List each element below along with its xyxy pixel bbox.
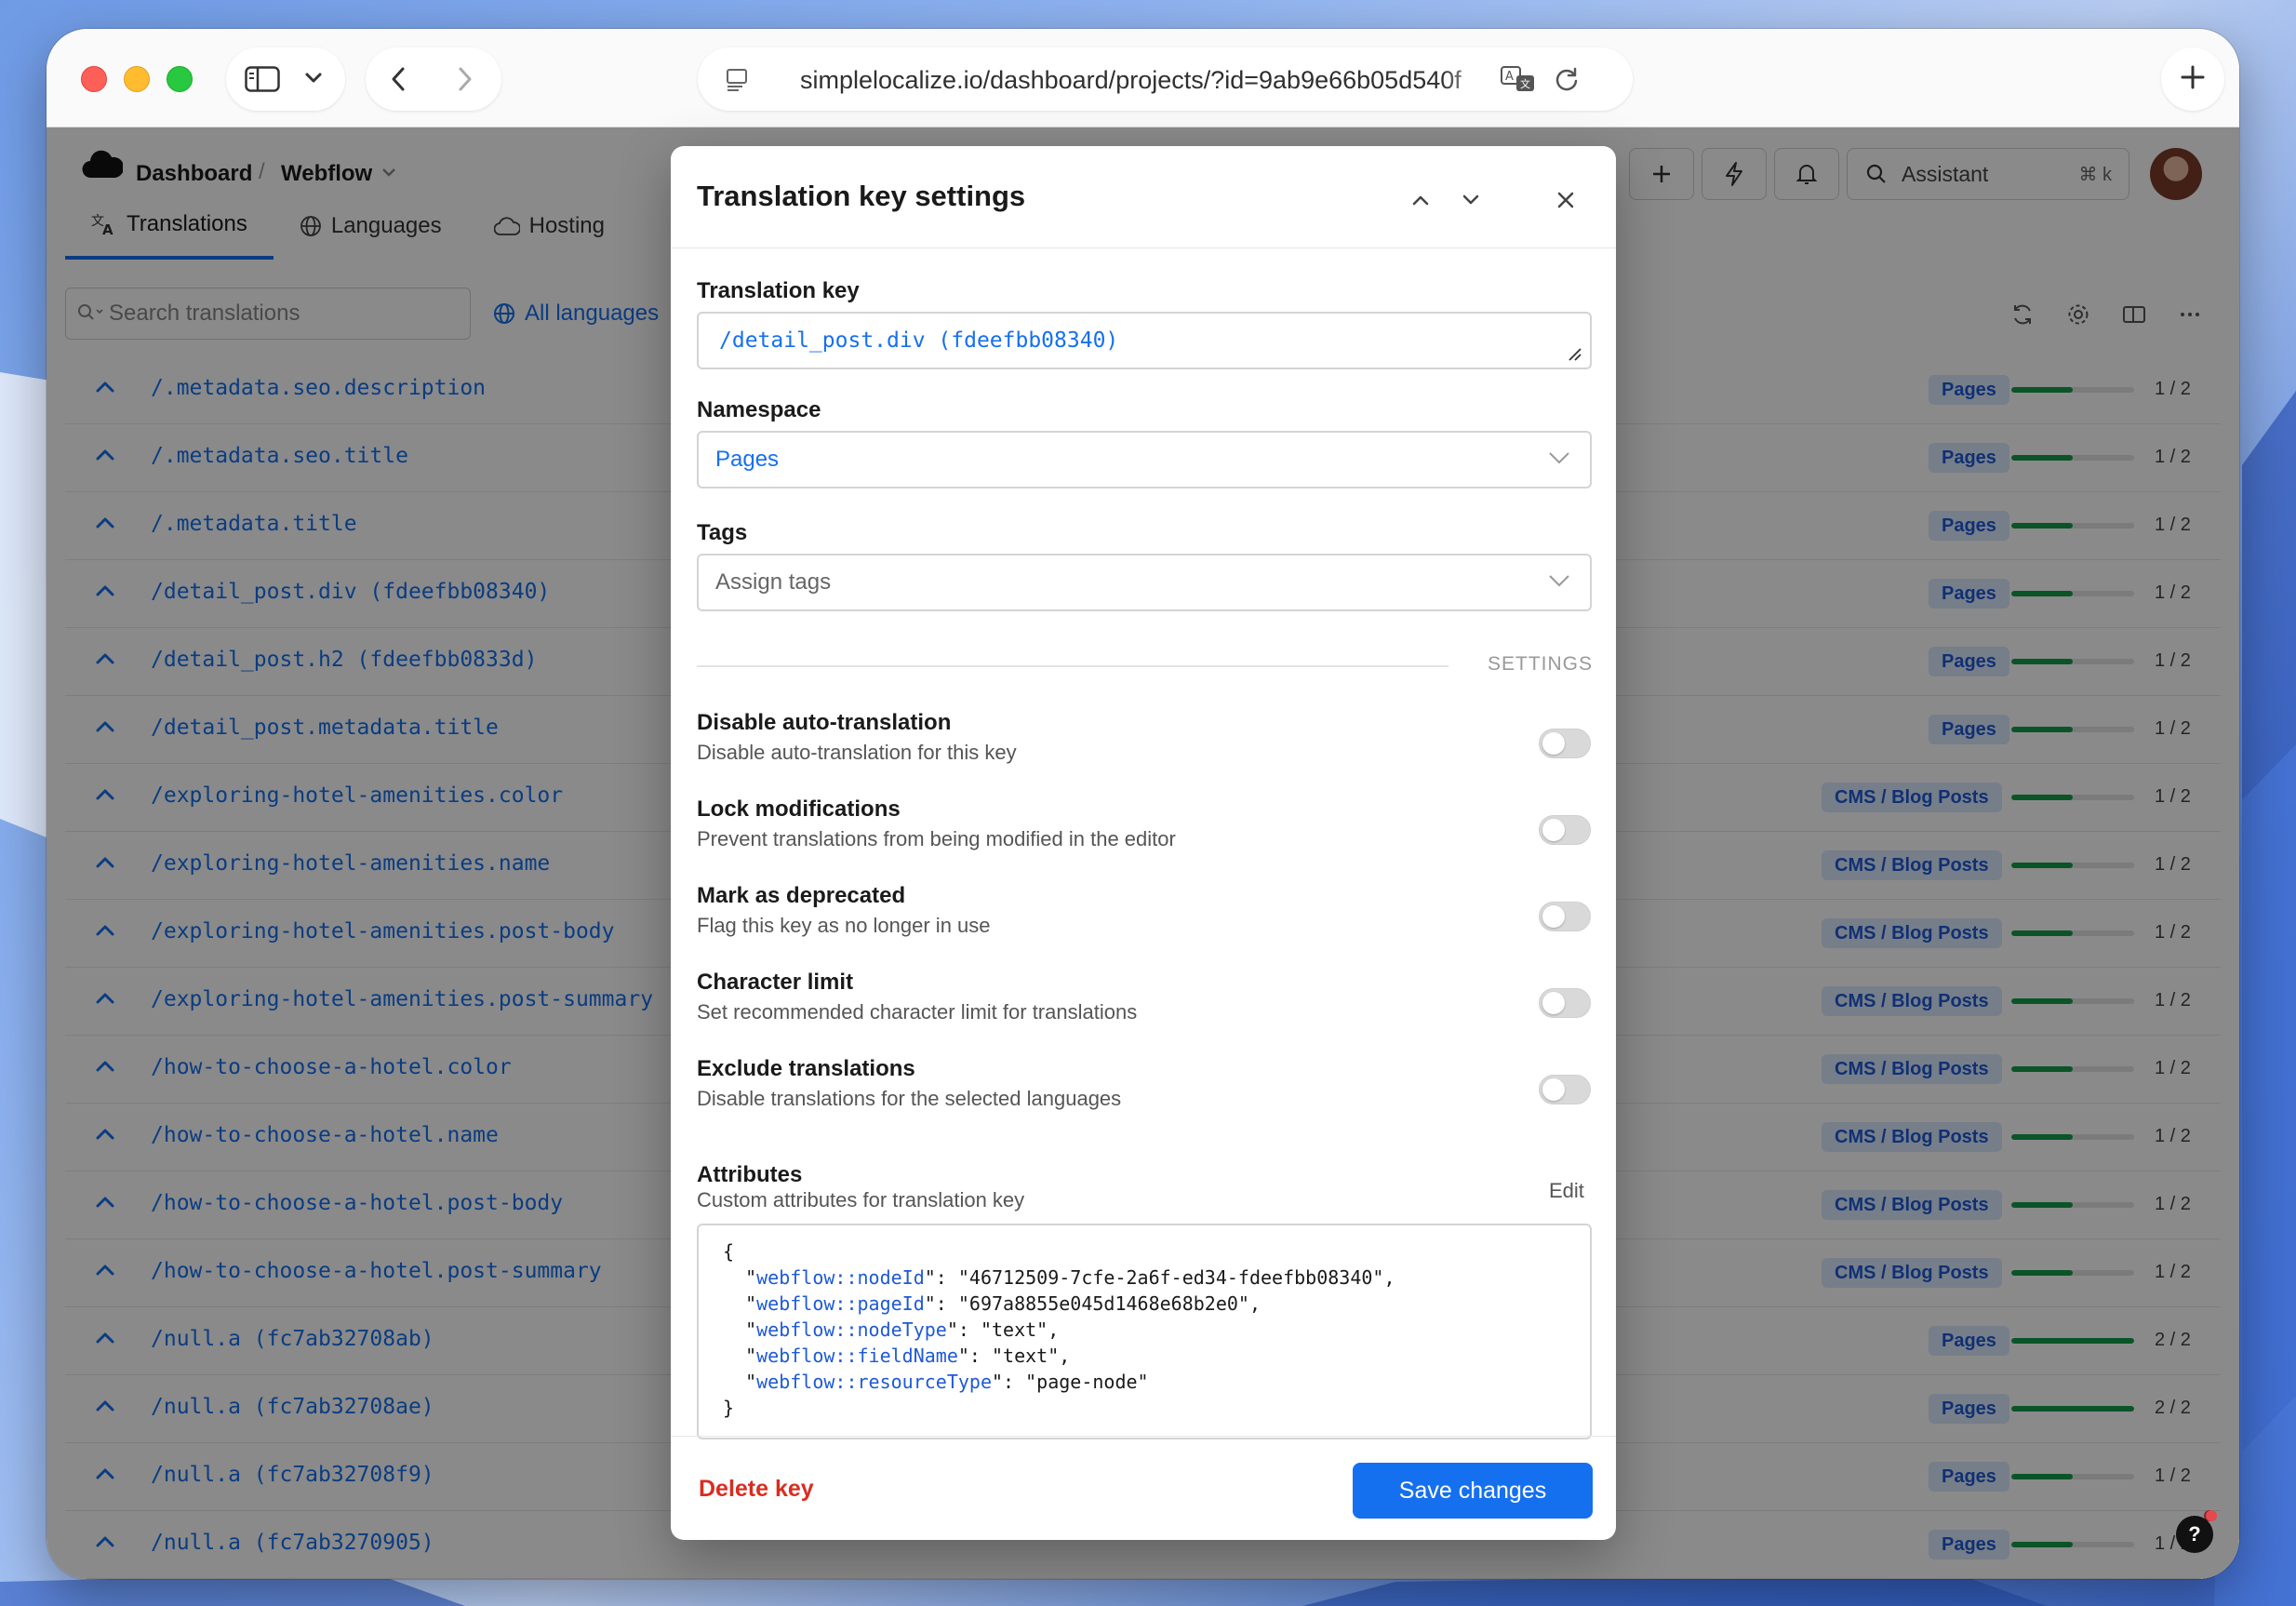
forward-arrow-icon[interactable] [457, 66, 474, 92]
attribute-key: webflow::resourceType [756, 1371, 992, 1393]
resize-handle-icon[interactable] [1566, 345, 1582, 362]
setting-title: Exclude translations [697, 1056, 915, 1081]
save-changes-button[interactable]: Save changes [1353, 1463, 1593, 1519]
sidebar-icon[interactable] [245, 66, 280, 92]
setting-title: Mark as deprecated [697, 883, 906, 908]
attribute-key: webflow::fieldName [756, 1345, 958, 1367]
back-arrow-icon[interactable] [390, 66, 407, 92]
code-brace: { [723, 1240, 735, 1263]
code-brace: } [723, 1397, 735, 1419]
chevron-down-icon[interactable] [1452, 181, 1489, 219]
minimize-window-button[interactable] [124, 66, 150, 92]
url-text: simplelocalize.io/dashboard/projects/?id… [800, 66, 1462, 94]
chevron-down-icon[interactable] [304, 72, 323, 85]
setting-toggle[interactable] [1539, 815, 1591, 845]
setting-toggle[interactable] [1539, 902, 1591, 931]
modal-title: Translation key settings [697, 180, 1026, 212]
modal-header: Translation key settings [671, 146, 1616, 248]
address-bar[interactable]: simplelocalize.io/dashboard/projects/?id… [698, 47, 1633, 111]
edit-attributes-link[interactable]: Edit [1549, 1179, 1584, 1203]
toggle-knob [1542, 1078, 1565, 1101]
help-notification-dot [2206, 1510, 2217, 1521]
toggle-knob [1542, 819, 1565, 841]
toggle-knob [1542, 992, 1565, 1014]
attribute-line: "webflow::nodeType": "text", [723, 1318, 1060, 1341]
zoom-window-button[interactable] [167, 66, 193, 92]
section-divider [697, 665, 1448, 667]
modal-footer: Delete key Save changes [671, 1436, 1616, 1540]
setting-description: Flag this key as no longer in use [697, 914, 991, 937]
chevron-up-icon[interactable] [1402, 181, 1439, 219]
toggle-knob [1542, 905, 1565, 928]
attribute-key: webflow::nodeId [756, 1266, 925, 1289]
setting-description: Disable auto-translation for this key [697, 741, 1017, 764]
setting-description: Prevent translations from being modified… [697, 827, 1176, 850]
attribute-value: 46712509-7cfe-2a6f-ed34-fdeefbb08340 [968, 1266, 1373, 1289]
setting-description: Disable translations for the selected la… [697, 1087, 1122, 1110]
attribute-line: "webflow::nodeId": "46712509-7cfe-2a6f-e… [723, 1266, 1395, 1289]
setting-title: Lock modifications [697, 796, 901, 822]
toggle-knob [1542, 732, 1565, 755]
svg-text:A: A [1505, 70, 1514, 84]
setting-description: Set recommended character limit for tran… [697, 1000, 1138, 1024]
attributes-description: Custom attributes for translation key [697, 1188, 1025, 1211]
delete-key-button[interactable]: Delete key [699, 1476, 814, 1503]
tags-select[interactable]: Assign tags [697, 554, 1592, 611]
attribute-line: "webflow::pageId": "697a8855e045d1468e68… [723, 1292, 1261, 1315]
sidebar-toggle-group [226, 47, 345, 111]
attribute-key: webflow::nodeType [756, 1318, 947, 1341]
translation-key-settings-modal: Translation key settings Translation key… [671, 146, 1616, 1540]
page-icon [726, 68, 750, 92]
attribute-value: text [992, 1318, 1037, 1341]
attribute-line: "webflow::fieldName": "text", [723, 1345, 1071, 1367]
close-icon[interactable] [1547, 181, 1584, 219]
attribute-value: 697a8855e045d1468e68b2e0 [968, 1292, 1238, 1315]
attribute-value: page-node [1036, 1371, 1138, 1393]
browser-window: simplelocalize.io/dashboard/projects/?id… [47, 29, 2239, 1579]
history-nav-group [366, 47, 501, 111]
chevron-down-icon [1549, 575, 1569, 587]
namespace-value: Pages [715, 447, 780, 472]
url-fade [1442, 57, 1498, 101]
reload-icon[interactable] [1554, 66, 1580, 92]
attribute-key: webflow::pageId [756, 1292, 925, 1315]
attributes-json-editor[interactable]: { "webflow::nodeId": "46712509-7cfe-2a6f… [697, 1224, 1592, 1439]
plus-icon [2180, 64, 2206, 95]
attribute-line: "webflow::resourceType": "page-node" [723, 1371, 1149, 1393]
setting-toggle[interactable] [1539, 1075, 1591, 1104]
setting-toggle[interactable] [1539, 729, 1591, 758]
translation-key-label: Translation key [697, 278, 860, 303]
setting-title: Character limit [697, 970, 854, 995]
attributes-label: Attributes [697, 1162, 803, 1187]
svg-text:文: 文 [1520, 77, 1530, 90]
close-window-button[interactable] [81, 66, 107, 92]
tags-placeholder: Assign tags [715, 569, 832, 595]
translation-key-field[interactable]: /detail_post.div (fdeefbb08340) [697, 312, 1592, 369]
translate-page-icon[interactable]: A文 [1500, 64, 1537, 94]
settings-heading: SETTINGS [1488, 653, 1594, 675]
new-tab-button[interactable] [2161, 47, 2224, 111]
chevron-down-icon [1549, 452, 1569, 464]
namespace-label: Namespace [697, 397, 821, 422]
setting-title: Disable auto-translation [697, 710, 952, 735]
setting-toggle[interactable] [1539, 988, 1591, 1018]
translation-key-value: /detail_post.div (fdeefbb08340) [719, 328, 1119, 353]
browser-toolbar: simplelocalize.io/dashboard/projects/?id… [47, 29, 2239, 127]
attribute-value: text [1003, 1345, 1048, 1367]
namespace-select[interactable]: Pages [697, 431, 1592, 488]
help-button[interactable]: ? [2176, 1516, 2213, 1553]
tags-label: Tags [697, 520, 748, 545]
